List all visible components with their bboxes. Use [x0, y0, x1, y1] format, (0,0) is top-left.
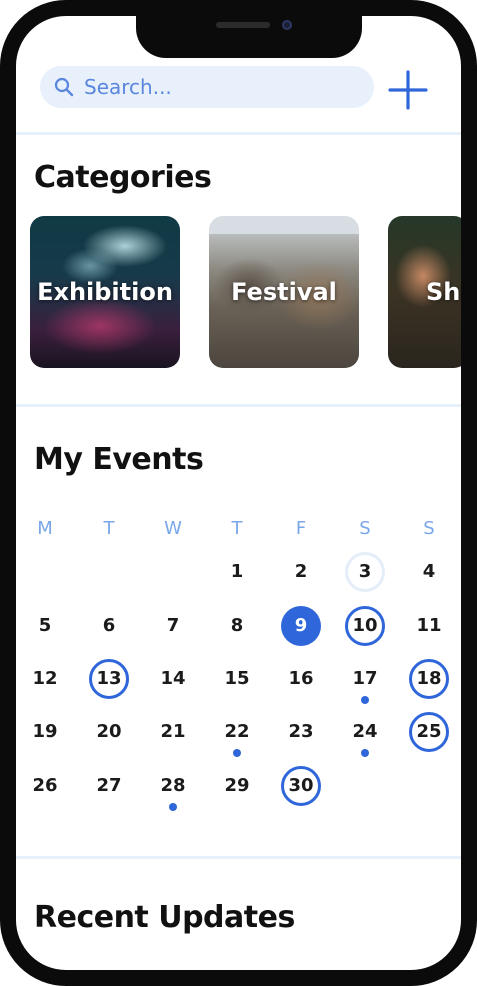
category-label: Festival: [231, 278, 337, 306]
calendar-day[interactable]: 6: [89, 606, 129, 646]
calendar-day-today[interactable]: 3: [345, 552, 385, 592]
my-events-heading: My Events: [34, 442, 204, 477]
calendar-day[interactable]: 24: [345, 712, 385, 752]
divider: [16, 132, 461, 135]
search-icon: [54, 77, 74, 97]
calendar-day[interactable]: 5: [25, 606, 65, 646]
weekday-label: W: [164, 518, 182, 539]
categories-heading: Categories: [34, 160, 212, 195]
category-label: Sh: [426, 278, 461, 306]
calendar-day[interactable]: 26: [25, 766, 65, 806]
phone-frame: Categories Exhibition Festival Sh My Eve…: [0, 0, 477, 986]
weekday-label: T: [231, 518, 243, 539]
add-icon[interactable]: [388, 70, 428, 110]
calendar-day[interactable]: 11: [409, 606, 449, 646]
calendar-day[interactable]: 22: [217, 712, 257, 752]
event-dot: [233, 749, 241, 757]
calendar-day[interactable]: 1: [217, 552, 257, 592]
weekday-label: F: [295, 518, 307, 539]
calendar-day[interactable]: 8: [217, 606, 257, 646]
event-dot: [169, 803, 177, 811]
category-card-festival[interactable]: Festival: [209, 216, 359, 368]
calendar-day-event[interactable]: 25: [409, 712, 449, 752]
event-dot: [361, 696, 369, 704]
calendar-day[interactable]: 15: [217, 659, 257, 699]
camera-icon: [282, 20, 292, 30]
event-dot: [361, 749, 369, 757]
calendar-day[interactable]: 23: [281, 712, 321, 752]
weekday-label: M: [37, 518, 53, 539]
divider: [16, 856, 461, 859]
calendar-day[interactable]: 12: [25, 659, 65, 699]
calendar-day[interactable]: 27: [89, 766, 129, 806]
weekday-label: S: [423, 518, 435, 539]
calendar-day-event[interactable]: 10: [345, 606, 385, 646]
calendar-day[interactable]: 16: [281, 659, 321, 699]
calendar-day[interactable]: 2: [281, 552, 321, 592]
calendar-day-event[interactable]: 30: [281, 766, 321, 806]
speaker-grille: [216, 22, 270, 28]
calendar-day[interactable]: 29: [217, 766, 257, 806]
divider: [16, 404, 461, 407]
calendar-day[interactable]: 20: [89, 712, 129, 752]
app-screen: Categories Exhibition Festival Sh My Eve…: [16, 16, 461, 970]
calendar-day[interactable]: 17: [345, 659, 385, 699]
calendar-day-selected[interactable]: 9: [281, 606, 321, 646]
calendar-day[interactable]: 28: [153, 766, 193, 806]
recent-updates-heading: Recent Updates: [34, 900, 295, 935]
search-bar[interactable]: [40, 66, 374, 108]
category-card-show[interactable]: Sh: [388, 216, 461, 368]
weekday-label: T: [103, 518, 115, 539]
calendar-day[interactable]: 14: [153, 659, 193, 699]
calendar-day[interactable]: 21: [153, 712, 193, 752]
calendar-day[interactable]: 19: [25, 712, 65, 752]
calendar-day-event[interactable]: 18: [409, 659, 449, 699]
category-label: Exhibition: [37, 278, 173, 306]
calendar-day-event[interactable]: 13: [89, 659, 129, 699]
phone-notch: [136, 16, 362, 58]
category-card-exhibition[interactable]: Exhibition: [30, 216, 180, 368]
calendar-day[interactable]: 7: [153, 606, 193, 646]
weekday-label: S: [359, 518, 371, 539]
search-input[interactable]: [82, 74, 346, 100]
calendar-day[interactable]: 4: [409, 552, 449, 592]
